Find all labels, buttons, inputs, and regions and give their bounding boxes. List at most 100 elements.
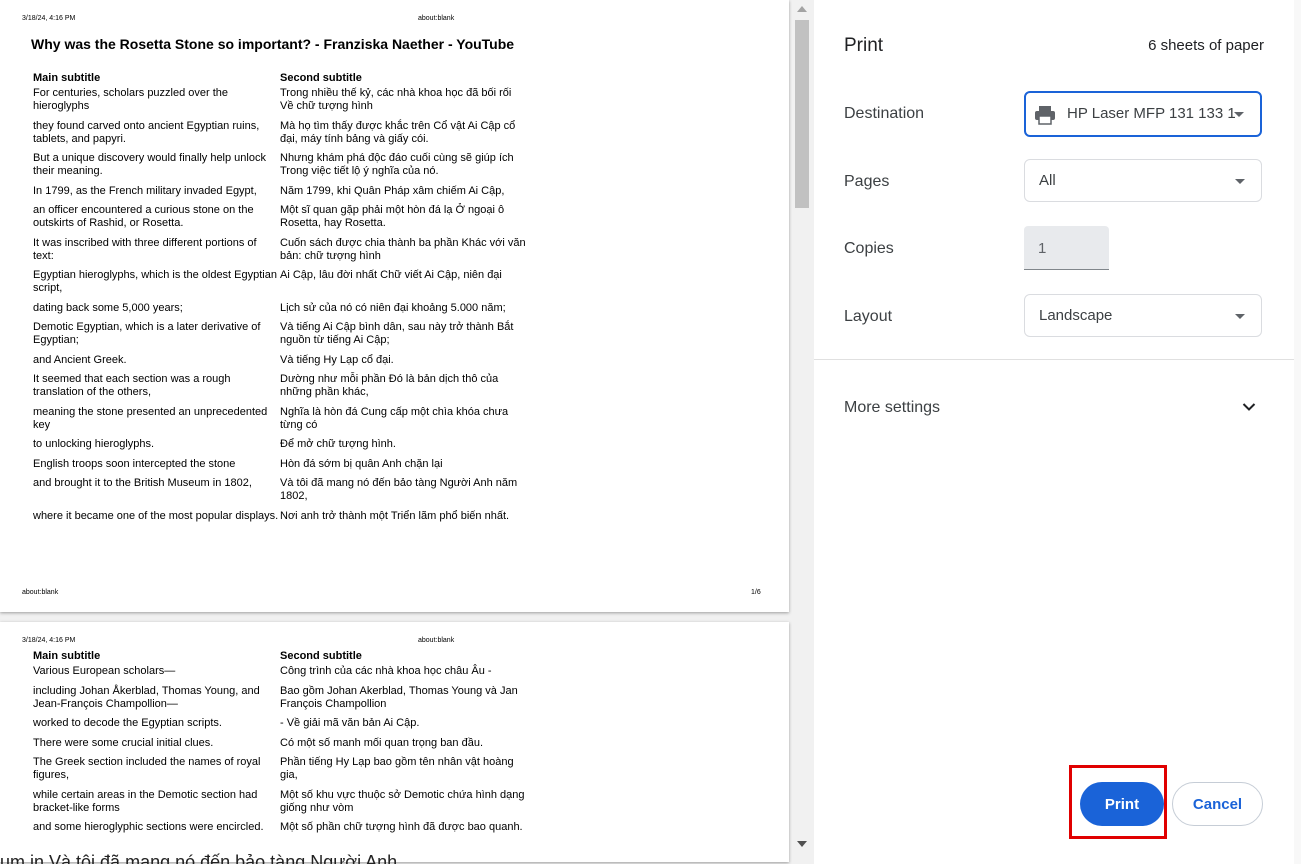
main-subtitle-cell: while certain areas in the Demotic secti… <box>33 788 258 814</box>
page-header-datetime: 3/18/24, 4:16 PM <box>22 15 76 22</box>
main-subtitle-cell: meaning the stone presented an unprecede… <box>33 405 268 431</box>
second-subtitle-cell: Phần tiếng Hy Lạp bao gồm tên nhân vật h… <box>280 756 514 781</box>
chevron-down-icon <box>1242 399 1256 417</box>
table-row: including Johan Åkerblad, Thomas Young, … <box>33 685 533 711</box>
second-subtitle-cell: Dường như mỗi phần Đó là bản dịch thô củ… <box>280 373 499 398</box>
main-subtitle-cell: Demotic Egyptian, which is a later deriv… <box>33 321 261 346</box>
table-header-row: Main subtitle Second subtitle <box>33 650 533 663</box>
table-row: dating back some 5,000 years; Lịch sử của… <box>33 302 533 315</box>
col-header-second: Second subtitle <box>280 72 362 84</box>
main-subtitle-cell: dating back some 5,000 years; <box>33 301 183 314</box>
table-row: Egyptian hieroglyphs, which is the oldes… <box>33 269 533 295</box>
scroll-down-arrow-icon[interactable] <box>797 841 807 847</box>
page-footer-url: about:blank <box>22 589 59 596</box>
page-header-url: about:blank <box>418 15 455 22</box>
second-subtitle-cell: Cuốn sách được chia thành ba phần Khác v… <box>280 236 526 262</box>
second-subtitle-cell: Một số phần chữ tượng hình đã được bao q… <box>280 821 523 833</box>
main-subtitle-cell: worked to decode the Egyptian scripts. <box>33 717 222 729</box>
second-subtitle-cell: Bao gồm Johan Akerblad, Thomas Young và … <box>280 684 518 710</box>
table-row: to unlocking hieroglyphs. Để mở chữ tượng… <box>33 438 533 451</box>
second-subtitle-cell: - Về giải mã văn bản Ai Cập. <box>280 717 420 729</box>
overflow-text: um in Và tôi đã mang nó đến bảo tàng Ngư… <box>0 852 398 864</box>
second-subtitle-cell: Công trình của các nhà khoa học châu Âu … <box>280 665 492 677</box>
table-row: English troops soon intercepted the ston… <box>33 458 533 471</box>
main-subtitle-cell: It was inscribed with three different po… <box>33 236 257 262</box>
second-subtitle-cell: Một số khu vực thuộc sở Demotic chứa hìn… <box>280 788 525 814</box>
preview-scrollbar[interactable] <box>792 0 812 864</box>
second-subtitle-cell: Hòn đá sớm bị quân Anh chặn lại <box>280 457 443 470</box>
preview-page-1: 3/18/24, 4:16 PM about:blank Why was the… <box>0 0 789 612</box>
layout-select[interactable]: Landscape <box>1024 294 1262 337</box>
main-subtitle-cell: There were some crucial initial clues. <box>33 736 214 749</box>
second-subtitle-cell: Mà họ tìm thấy được khắc trên Cổ vật Ai … <box>280 119 516 145</box>
table-row: and some hieroglyphic sections were enci… <box>33 821 533 834</box>
scrollbar-thumb[interactable] <box>795 20 809 208</box>
table-row: they found carved onto ancient Egyptian … <box>33 120 533 146</box>
main-subtitle-cell: they found carved onto ancient Egyptian … <box>33 119 260 145</box>
more-settings-toggle[interactable]: More settings <box>814 380 1294 436</box>
print-dialog-title: Print <box>844 35 884 56</box>
second-subtitle-cell: Trong nhiều thế kỷ, các nhà khoa học đã … <box>280 87 512 112</box>
second-subtitle-cell: Và tiếng Ai Cập bình dân, sau này trở th… <box>280 321 514 346</box>
main-subtitle-cell: For centuries, scholars puzzled over the… <box>33 87 229 112</box>
chevron-down-icon <box>1235 314 1245 319</box>
printer-icon <box>1034 105 1056 129</box>
table-row: For centuries, scholars puzzled over the… <box>33 87 533 113</box>
subtitle-table-page-1: Main subtitle Second subtitle For centur… <box>33 72 533 529</box>
table-row: an officer encountered a curious stone o… <box>33 204 533 230</box>
pages-select[interactable]: All <box>1024 159 1262 202</box>
page-number: 1/6 <box>751 589 761 596</box>
copies-input[interactable]: 1 <box>1024 226 1109 270</box>
table-row: where it became one of the most popular … <box>33 510 533 523</box>
table-row: It seemed that each section was a rough … <box>33 373 533 399</box>
table-row: The Greek section included the names of … <box>33 756 533 782</box>
col-header-main: Main subtitle <box>33 72 101 84</box>
more-settings-label: More settings <box>844 399 941 416</box>
copies-value: 1 <box>1038 240 1047 257</box>
main-subtitle-cell: where it became one of the most popular … <box>33 509 279 522</box>
table-row: while certain areas in the Demotic secti… <box>33 789 533 815</box>
copies-label: Copies <box>844 240 894 257</box>
destination-select[interactable]: HP Laser MFP 131 133 1 <box>1024 91 1262 137</box>
sheet-count: 6 sheets of paper <box>1148 37 1264 54</box>
second-subtitle-cell: Năm 1799, khi Quân Pháp xâm chiếm Ai Cập… <box>280 184 505 197</box>
destination-value: HP Laser MFP 131 133 1 <box>1067 105 1236 122</box>
scroll-up-arrow-icon[interactable] <box>797 6 807 12</box>
print-preview-area[interactable]: 3/18/24, 4:16 PM about:blank Why was the… <box>0 0 814 864</box>
print-settings-panel: Print 6 sheets of paper Destination HP L… <box>814 0 1294 864</box>
main-subtitle-cell: and Ancient Greek. <box>33 353 127 366</box>
col-header-second: Second subtitle <box>280 650 362 662</box>
print-button[interactable]: Print <box>1080 782 1164 826</box>
main-subtitle-cell: an officer encountered a curious stone o… <box>33 204 254 229</box>
table-row: It was inscribed with three different po… <box>33 237 533 263</box>
main-subtitle-cell: and some hieroglyphic sections were enci… <box>33 821 264 833</box>
layout-value: Landscape <box>1039 307 1113 324</box>
page-header-datetime: 3/18/24, 4:16 PM <box>22 637 76 644</box>
document-title: Why was the Rosetta Stone so important? … <box>31 36 515 52</box>
main-subtitle-cell: English troops soon intercepted the ston… <box>33 457 236 470</box>
layout-label: Layout <box>844 308 893 325</box>
pages-label: Pages <box>844 173 890 190</box>
main-subtitle-cell: In 1799, as the French military invaded … <box>33 184 257 197</box>
second-subtitle-cell: Nơi anh trở thành một Triển lãm phổ biến… <box>280 509 510 522</box>
pages-value: All <box>1039 172 1056 189</box>
second-subtitle-cell: Một sĩ quan gặp phải một hòn đá lạ Ở ngo… <box>280 204 505 229</box>
cancel-button[interactable]: Cancel <box>1172 782 1263 826</box>
divider <box>814 359 1294 360</box>
page-header-url: about:blank <box>418 637 455 644</box>
window-edge <box>1294 0 1301 864</box>
table-row: Demotic Egyptian, which is a later deriv… <box>33 321 533 347</box>
chevron-down-icon <box>1235 179 1245 184</box>
table-row: and Ancient Greek. Và tiếng Hy Lạp cổ đại… <box>33 354 533 367</box>
table-header-row: Main subtitle Second subtitle <box>33 72 533 85</box>
col-header-main: Main subtitle <box>33 650 101 662</box>
second-subtitle-cell: Và tôi đã mang nó đến bảo tàng Người Anh… <box>280 477 518 502</box>
table-row: and brought it to the British Museum in … <box>33 477 533 503</box>
second-subtitle-cell: Có một số manh mối quan trọng ban đầu. <box>280 736 484 749</box>
main-subtitle-cell: and brought it to the British Museum in … <box>33 477 252 489</box>
second-subtitle-cell: Lịch sử của nó có niên đại khoảng 5.000 … <box>280 301 506 314</box>
table-row: Various European scholars— Công trình của… <box>33 665 533 678</box>
main-subtitle-cell: The Greek section included the names of … <box>33 756 261 781</box>
main-subtitle-cell: including Johan Åkerblad, Thomas Young, … <box>33 684 260 710</box>
table-row: There were some crucial initial clues. Có… <box>33 737 533 750</box>
